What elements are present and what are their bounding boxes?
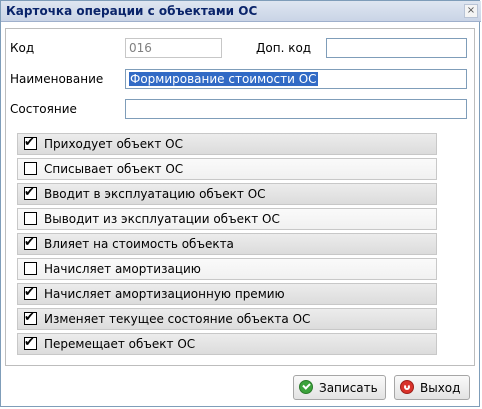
option-checkbox[interactable]: ✔ bbox=[24, 310, 37, 325]
name-field[interactable]: Формирование стоимости ОС bbox=[125, 69, 467, 89]
name-label: Наименование bbox=[10, 72, 104, 86]
power-icon bbox=[400, 380, 414, 394]
option-row[interactable]: ✔ Начисляет амортизационную премию bbox=[17, 283, 437, 305]
title-bar: Карточка операции с объектами ОС × bbox=[1, 1, 481, 22]
option-checkbox[interactable] bbox=[24, 162, 37, 175]
save-button-label: Записать bbox=[319, 381, 378, 395]
option-label: Вводит в эксплуатацию объект ОС bbox=[44, 187, 266, 201]
option-checkbox[interactable] bbox=[24, 212, 37, 225]
check-icon bbox=[299, 380, 313, 394]
option-label: Приходует объект ОС bbox=[44, 137, 183, 151]
option-row[interactable]: Начисляет амортизацию bbox=[17, 258, 437, 280]
option-label: Начисляет амортизационную премию bbox=[44, 287, 285, 301]
checkmark-icon: ✔ bbox=[24, 185, 35, 200]
option-label: Выводит из эксплуатации объект ОС bbox=[44, 212, 280, 226]
option-label: Перемещает объект ОС bbox=[44, 337, 196, 351]
option-label: Изменяет текущее состояние объекта ОС bbox=[44, 312, 311, 326]
option-checkbox[interactable]: ✔ bbox=[24, 185, 37, 200]
close-icon[interactable]: × bbox=[464, 4, 478, 18]
checkmark-icon: ✔ bbox=[24, 310, 35, 325]
option-row[interactable]: ✔ Влияет на стоимость объекта bbox=[17, 233, 437, 255]
code-label: Код bbox=[10, 41, 35, 55]
state-field[interactable] bbox=[125, 99, 467, 119]
option-label: Начисляет амортизацию bbox=[44, 262, 201, 276]
extra-code-field[interactable] bbox=[326, 38, 467, 58]
extra-code-label: Доп. код bbox=[256, 41, 312, 55]
option-row[interactable]: ✔ Вводит в эксплуатацию объект ОС bbox=[17, 183, 437, 205]
option-row[interactable]: Выводит из эксплуатации объект ОС bbox=[17, 208, 437, 230]
code-field[interactable]: 016 bbox=[125, 38, 222, 58]
option-checkbox[interactable]: ✔ bbox=[24, 135, 37, 150]
exit-button-label: Выход bbox=[420, 381, 461, 395]
save-button[interactable]: Записать bbox=[293, 375, 386, 400]
option-label: Влияет на стоимость объекта bbox=[44, 237, 234, 251]
option-row[interactable]: ✔ Изменяет текущее состояние объекта ОС bbox=[17, 308, 437, 330]
option-checkbox[interactable]: ✔ bbox=[24, 335, 37, 350]
option-checkbox[interactable]: ✔ bbox=[24, 285, 37, 300]
checkmark-icon: ✔ bbox=[24, 135, 35, 150]
checkmark-icon: ✔ bbox=[24, 235, 35, 250]
name-field-value: Формирование стоимости ОС bbox=[129, 72, 318, 86]
option-row[interactable]: ✔ Перемещает объект ОС bbox=[17, 333, 437, 355]
operation-card-window: Карточка операции с объектами ОС × Код 0… bbox=[0, 0, 481, 407]
option-checkbox[interactable]: ✔ bbox=[24, 235, 37, 250]
option-checkbox[interactable] bbox=[24, 262, 37, 275]
option-row[interactable]: Списывает объект ОС bbox=[17, 158, 437, 180]
checkmark-icon: ✔ bbox=[24, 285, 35, 300]
window-title: Карточка операции с объектами ОС bbox=[6, 4, 258, 18]
option-row[interactable]: ✔ Приходует объект ОС bbox=[17, 133, 437, 155]
checkmark-icon: ✔ bbox=[24, 335, 35, 350]
state-label: Состояние bbox=[10, 102, 77, 116]
exit-button[interactable]: Выход bbox=[394, 375, 470, 400]
option-label: Списывает объект ОС bbox=[44, 162, 184, 176]
